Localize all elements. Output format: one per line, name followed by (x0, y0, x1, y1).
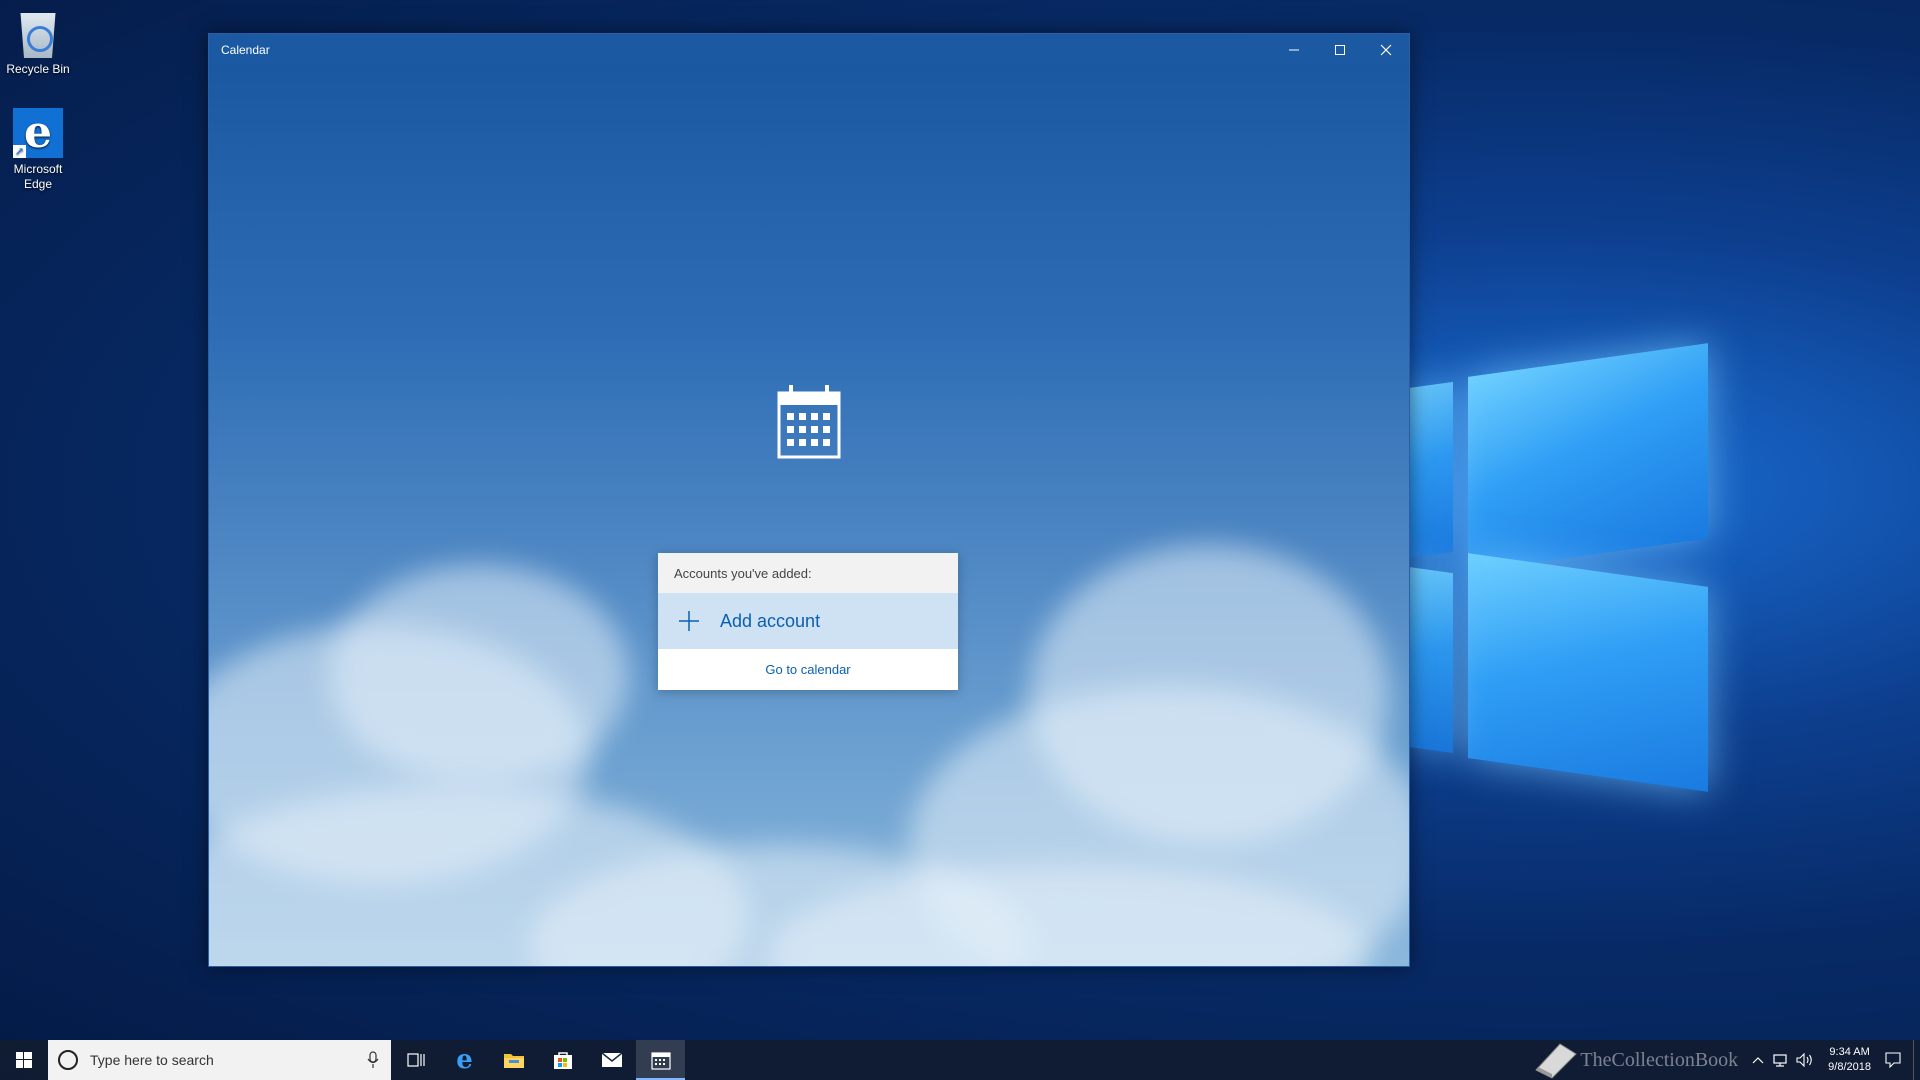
close-button[interactable] (1363, 34, 1409, 65)
recycle-bin-icon (20, 13, 56, 58)
taskbar-search-box[interactable]: Type here to search (48, 1040, 391, 1080)
system-tray: TheCollectionBook 9:34 AM 9/8/2018 (1526, 1040, 1920, 1080)
add-account-button[interactable]: Add account (658, 593, 958, 649)
minimize-icon (1289, 49, 1299, 50)
windows-start-icon (16, 1052, 32, 1068)
desktop-icon-recycle-bin[interactable]: Recycle Bin (0, 8, 76, 77)
watermark-logo: TheCollectionBook (1530, 1040, 1744, 1080)
calendar-icon (777, 385, 841, 459)
accounts-panel: Accounts you've added: Add account Go to… (658, 553, 958, 690)
window-title: Calendar (221, 42, 270, 57)
desktop-icon-label: Recycle Bin (6, 62, 70, 76)
taskbar-edge-button[interactable]: e (440, 1040, 489, 1080)
action-center-icon (1885, 1052, 1901, 1068)
edge-icon: e (456, 1045, 473, 1075)
calendar-window: Calendar Accounts you've added: Add acco… (208, 33, 1410, 967)
chevron-up-icon (1752, 1057, 1764, 1064)
taskbar-file-explorer-button[interactable] (489, 1040, 538, 1080)
desktop-icon-label: Microsoft Edge (13, 162, 63, 191)
clock-time: 9:34 AM (1829, 1046, 1870, 1058)
wallpaper-windows-logo (1408, 343, 1708, 792)
desktop-icon-microsoft-edge[interactable]: e ↗ Microsoft Edge (0, 108, 76, 192)
task-view-button[interactable] (391, 1040, 440, 1080)
maximize-button[interactable] (1317, 34, 1363, 65)
network-icon (1773, 1054, 1787, 1067)
go-to-calendar-label: Go to calendar (765, 662, 851, 677)
search-placeholder: Type here to search (90, 1052, 214, 1068)
calendar-icon (650, 1052, 671, 1070)
clock-date: 9/8/2018 (1828, 1061, 1871, 1073)
welcome-screen: Accounts you've added: Add account Go to… (209, 65, 1409, 966)
accounts-header: Accounts you've added: (658, 553, 958, 593)
mail-icon (601, 1052, 622, 1067)
taskbar-clock[interactable]: 9:34 AM 9/8/2018 (1828, 1045, 1871, 1075)
volume-icon (1796, 1053, 1812, 1067)
add-account-label: Add account (720, 610, 821, 631)
taskbar-store-button[interactable] (538, 1040, 587, 1080)
shortcut-arrow-icon: ↗ (13, 145, 26, 158)
edge-icon: e ↗ (13, 108, 63, 158)
volume-button[interactable] (1796, 1040, 1814, 1080)
network-button[interactable] (1772, 1040, 1788, 1080)
cortana-icon (58, 1050, 78, 1070)
maximize-icon (1335, 44, 1345, 55)
task-view-icon (406, 1053, 425, 1067)
close-icon (1380, 44, 1392, 55)
go-to-calendar-button[interactable]: Go to calendar (658, 649, 958, 690)
file-explorer-icon (503, 1054, 524, 1068)
book-icon (1535, 1043, 1578, 1079)
plus-icon (679, 611, 699, 631)
minimize-button[interactable] (1271, 34, 1317, 65)
title-bar[interactable]: Calendar (209, 34, 1409, 65)
show-hidden-icons-button[interactable] (1752, 1040, 1764, 1080)
watermark-text: TheCollectionBook (1580, 1048, 1739, 1071)
action-center-button[interactable] (1885, 1040, 1901, 1080)
start-button[interactable] (0, 1040, 48, 1080)
taskbar: Type here to search e TheCollectionBook … (0, 1040, 1920, 1080)
store-icon (553, 1052, 572, 1069)
taskbar-mail-button[interactable] (587, 1040, 636, 1080)
taskbar-calendar-button[interactable] (636, 1040, 685, 1080)
microphone-icon[interactable] (367, 1051, 379, 1069)
show-desktop-button[interactable] (1913, 1040, 1920, 1080)
